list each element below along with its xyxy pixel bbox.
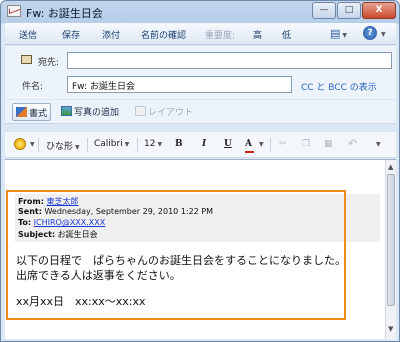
toolbar-separator [137, 138, 138, 152]
font-label: Calibri [94, 139, 123, 149]
importance-label: 重要度: [205, 31, 236, 41]
underline-button[interactable]: U [224, 139, 232, 149]
mail-app-icon [7, 5, 21, 17]
font-color-swatch [245, 151, 254, 153]
toolbar-separator [270, 138, 271, 152]
importance-high-button[interactable]: 高 [253, 28, 262, 41]
mail-compose-window: Fw: お誕生日会 — □ X 送信 保存 添付 名前の確認 重要度: 高 低 … [0, 0, 400, 342]
font-size-label: 12 [144, 139, 156, 149]
insert-toolbar: 書式 写真の追加 レイアウト [5, 100, 396, 124]
title-bar: Fw: お誕生日会 — □ X [1, 1, 399, 23]
font-color-dropdown-icon[interactable]: ▼ [259, 141, 264, 148]
highlight-box [6, 190, 346, 320]
attach-button[interactable]: 添付 [102, 28, 120, 41]
minimize-button[interactable]: — [312, 2, 336, 19]
maximize-button[interactable]: □ [337, 2, 361, 19]
help-dropdown-icon[interactable]: ▼ [381, 31, 386, 38]
font-dropdown[interactable]: Calibri ▼ [94, 139, 129, 149]
window-title: Fw: お誕生日会 [26, 7, 103, 20]
photo-icon [61, 106, 72, 116]
address-book-icon[interactable] [21, 55, 32, 64]
scroll-up-icon[interactable]: ▲ [388, 163, 393, 171]
options-icon[interactable]: ▤ ▼ [330, 27, 347, 40]
cut-icon[interactable]: ✂ [279, 139, 287, 149]
font-size-dropdown[interactable]: 12 ▼ [144, 139, 162, 149]
italic-button[interactable]: I [202, 139, 206, 149]
address-header: 宛先: 件名: Fw: お誕生日会 CC と BCC の表示 [5, 46, 396, 99]
undo-icon[interactable]: ↶ [348, 137, 357, 150]
scroll-down-icon[interactable]: ▼ [388, 325, 393, 333]
emoticon-dropdown-icon[interactable]: ▼ [30, 141, 35, 148]
importance-low-button[interactable]: 低 [282, 28, 291, 41]
layout-label: レイアウト [148, 108, 194, 118]
copy-icon[interactable]: ❐ [302, 139, 310, 149]
check-names-button[interactable]: 名前の確認 [141, 28, 186, 41]
emoticon-icon[interactable] [14, 138, 26, 150]
layout-button[interactable]: レイアウト [132, 103, 196, 121]
close-button[interactable]: X [362, 2, 396, 19]
bold-button[interactable]: B [175, 139, 183, 149]
to-input[interactable] [67, 52, 392, 69]
stationery-label: ひな形 [46, 142, 74, 152]
send-button[interactable]: 送信 [19, 28, 37, 41]
add-photo-button[interactable]: 写真の追加 [58, 103, 122, 121]
paste-icon[interactable]: ▦ [324, 139, 333, 149]
scroll-thumb[interactable] [387, 174, 395, 306]
main-toolbar: 送信 保存 添付 名前の確認 重要度: 高 低 ▤ ▼ ? ▼ [5, 23, 396, 45]
help-icon[interactable]: ? [363, 26, 377, 40]
subject-label: 件名: [22, 82, 44, 92]
add-photo-label: 写真の追加 [74, 108, 120, 118]
save-button[interactable]: 保存 [62, 28, 80, 41]
format-button[interactable]: 書式 [12, 103, 52, 121]
stationery-dropdown[interactable]: ひな形 ▼ [46, 139, 80, 152]
font-color-button[interactable]: A [245, 139, 252, 149]
format-label: 書式 [29, 109, 48, 119]
toolbar-separator [87, 138, 88, 152]
vertical-scrollbar[interactable]: ▲ ▼ [385, 160, 396, 340]
format-icon [16, 107, 27, 117]
to-label[interactable]: 宛先: [38, 55, 59, 68]
format-toolbar: ▼ ひな形 ▼ Calibri ▼ 12 ▼ B I U A ▼ ✂ ❐ ▦ ↶ ▼ [5, 132, 396, 158]
layout-icon [135, 106, 146, 116]
cc-bcc-link[interactable]: CC と BCC の表示 [301, 80, 377, 93]
toolbar-separator [38, 138, 39, 152]
subject-input[interactable]: Fw: お誕生日会 [67, 76, 292, 93]
more-options-icon[interactable]: ▼ [376, 141, 381, 148]
